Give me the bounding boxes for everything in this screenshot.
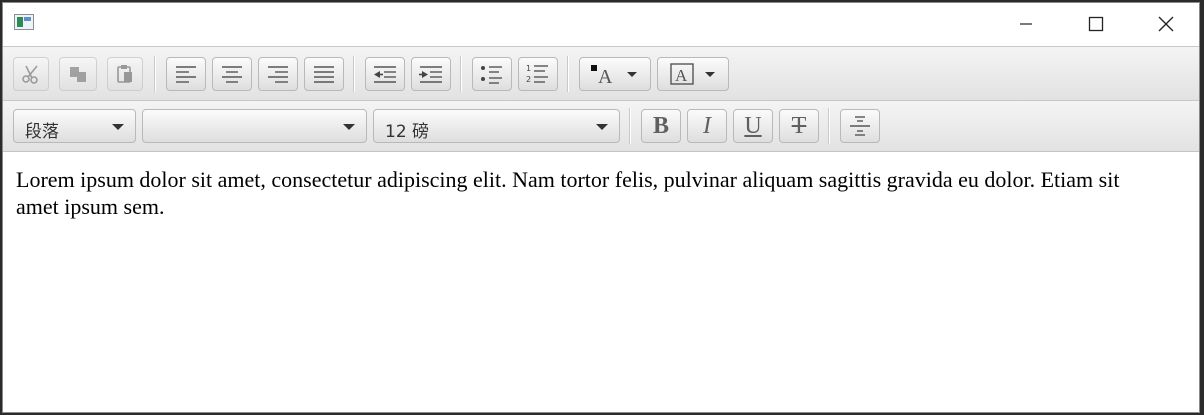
numbered-list-icon: 1 2 (526, 64, 548, 84)
maximize-button[interactable] (1061, 3, 1131, 45)
editor-text[interactable]: Lorem ipsum dolor sit amet, consectetur … (16, 166, 1156, 220)
maximize-icon (1088, 16, 1104, 32)
title-bar[interactable] (3, 3, 1199, 45)
text-color-button[interactable]: A (579, 57, 651, 91)
editor-window: 1 2 A A 段落 12 磅 B I U T Lorem ipsum dolo… (2, 2, 1200, 413)
paragraph-style-value: 段落 (25, 122, 59, 142)
toolbar-separator (353, 56, 355, 92)
align-center-icon (222, 66, 242, 83)
minimize-button[interactable] (991, 3, 1061, 45)
toolbar-separator (567, 56, 569, 92)
italic-icon: I (703, 112, 711, 139)
font-size-value: 12 磅 (385, 122, 430, 142)
cut-button[interactable] (13, 57, 49, 91)
align-right-icon (268, 66, 288, 83)
chevron-down-icon (343, 124, 355, 130)
align-left-icon (176, 66, 196, 83)
strikethrough-button[interactable]: T (779, 109, 819, 143)
align-left-button[interactable] (166, 57, 206, 91)
paste-button[interactable] (107, 57, 143, 91)
app-icon (14, 14, 34, 30)
underline-button[interactable]: U (733, 109, 773, 143)
highlight-color-icon: A (670, 63, 715, 85)
scissors-icon (22, 65, 38, 84)
toolbar-separator (154, 56, 156, 92)
chevron-down-icon (112, 124, 124, 130)
svg-text:1: 1 (526, 64, 531, 73)
align-justify-icon (314, 66, 334, 83)
highlight-color-button[interactable]: A (657, 57, 729, 91)
numbered-list-button[interactable]: 1 2 (518, 57, 558, 91)
bullet-list-icon (481, 66, 502, 84)
horizontal-rule-button[interactable] (840, 109, 880, 143)
align-justify-button[interactable] (304, 57, 344, 91)
copy-icon (70, 67, 86, 82)
editor-content-area[interactable]: Lorem ipsum dolor sit amet, consectetur … (3, 153, 1199, 412)
close-button[interactable] (1131, 3, 1199, 45)
toolbar-separator (828, 108, 830, 144)
indent-button[interactable] (411, 57, 451, 91)
toolbar-top: 1 2 A A (3, 46, 1199, 100)
font-family-select[interactable] (142, 109, 367, 143)
svg-text:2: 2 (526, 75, 531, 84)
bold-icon: B (652, 112, 669, 139)
toolbar-format: 段落 12 磅 B I U T (3, 100, 1199, 152)
paragraph-style-select[interactable]: 段落 (13, 109, 136, 143)
align-center-button[interactable] (212, 57, 252, 91)
close-icon (1158, 16, 1174, 32)
font-size-select[interactable]: 12 磅 (373, 109, 620, 143)
strikethrough-icon: T (791, 112, 807, 139)
outdent-button[interactable] (365, 57, 405, 91)
outdent-icon (374, 66, 396, 83)
copy-button[interactable] (59, 57, 97, 91)
toolbar-separator (629, 108, 631, 144)
svg-text:A: A (675, 66, 688, 85)
bullet-list-button[interactable] (472, 57, 512, 91)
chevron-down-icon (596, 124, 608, 130)
toolbar-separator (460, 56, 462, 92)
horizontal-rule-icon (850, 116, 870, 136)
minimize-icon (1020, 23, 1032, 25)
bold-button[interactable]: B (641, 109, 681, 143)
svg-text:A: A (598, 66, 613, 86)
text-color-icon: A (591, 65, 637, 86)
clipboard-icon (117, 65, 132, 83)
underline-icon: U (744, 112, 762, 139)
italic-button[interactable]: I (687, 109, 727, 143)
align-right-button[interactable] (258, 57, 298, 91)
indent-icon (419, 66, 442, 83)
